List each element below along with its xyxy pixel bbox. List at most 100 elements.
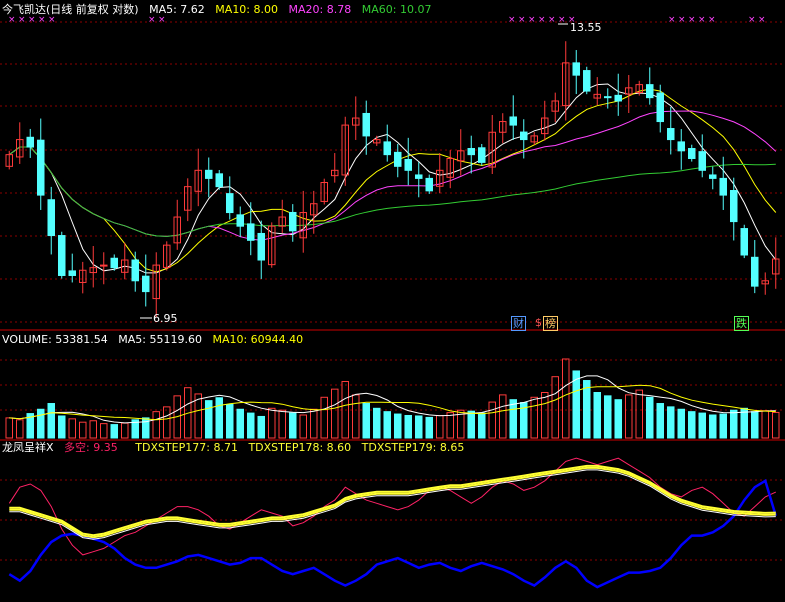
step179-value: TDXSTEP179: 8.65 — [361, 441, 465, 454]
volume-bar — [561, 358, 570, 439]
volume-bar — [15, 419, 24, 439]
volume-bar — [540, 392, 549, 439]
candle-body — [47, 199, 56, 237]
volume-bar — [603, 395, 612, 439]
volume-bar — [278, 409, 287, 439]
candle-body — [719, 177, 728, 196]
badge-dollar[interactable]: $ — [534, 316, 543, 329]
badge-drop[interactable]: 跌 — [734, 316, 749, 331]
ma20-value: MA20: 8.78 — [288, 3, 352, 16]
signal-marker: × — [158, 15, 166, 25]
volume-bar — [246, 412, 255, 439]
volume-bar — [488, 401, 497, 439]
volume-bar — [47, 403, 56, 439]
ma60-line — [9, 146, 776, 237]
volume-bar — [351, 394, 360, 439]
stock-chart-canvas[interactable]: × × × × × × × × × × × × × × × × × × × × × 13.55 6.95 — [0, 0, 785, 602]
stock-title: 今飞凯达(日线 前复权 对数) — [2, 3, 139, 16]
low-price-label: 6.95 — [153, 312, 178, 325]
volume-bar — [477, 412, 486, 439]
volume-bar — [729, 409, 738, 439]
candle-body — [225, 193, 234, 214]
price-panel-header: 今飞凯达(日线 前复权 对数) MA5: 7.62 MA10: 8.00 MA2… — [2, 3, 438, 16]
candle-body — [509, 116, 518, 126]
volume-bar — [509, 399, 518, 439]
signal-marker: × — [18, 15, 26, 25]
volume-bar — [771, 411, 780, 439]
candlestick-series — [5, 41, 780, 318]
step177-value: TDXSTEP177: 8.71 — [135, 441, 238, 454]
candle-body — [603, 96, 612, 99]
volume-bar — [99, 423, 108, 439]
candle-body — [740, 228, 749, 256]
volume-bar — [719, 413, 728, 439]
signal-marker: × — [48, 15, 56, 25]
badge-ranking[interactable]: 榜 — [543, 316, 558, 331]
step178-value: TDXSTEP178: 8.60 — [248, 441, 352, 454]
ma20-line — [9, 110, 777, 241]
volume-bar — [267, 407, 276, 439]
signal-marker: × — [508, 15, 516, 25]
volume-bar — [425, 416, 434, 439]
volume-bar — [225, 403, 234, 439]
signal-marker: × — [538, 15, 546, 25]
candle-body — [204, 169, 213, 179]
candle-body — [26, 136, 35, 148]
indicator-lines — [8, 457, 777, 589]
volume-bar — [320, 396, 329, 439]
volume-bar — [687, 411, 696, 439]
volume-bar — [162, 406, 171, 439]
candle-body — [236, 214, 245, 227]
volume-bar — [288, 412, 297, 439]
candle-body — [656, 92, 665, 123]
candle-body — [645, 84, 654, 99]
candle-body — [708, 174, 717, 179]
volume-bar — [593, 392, 602, 439]
volume-bar — [362, 403, 371, 439]
indicator-panel-header: 龙凤呈祥X 多空: 9.35 TDXSTEP177: 8.71 TDXSTEP1… — [2, 441, 471, 454]
volume-bar — [152, 411, 161, 439]
volume-bar — [299, 414, 308, 439]
candle-body — [99, 264, 108, 267]
signal-marker: × — [148, 15, 156, 25]
candle-body — [257, 232, 266, 261]
volume-bar — [498, 394, 507, 439]
candle-body — [750, 256, 759, 287]
volume-bar — [215, 397, 224, 439]
signal-marker: × — [678, 15, 686, 25]
volume-bar — [467, 410, 476, 439]
ma5-value: MA5: 7.62 — [149, 3, 205, 16]
volume-bar — [530, 396, 539, 439]
ma60-value: MA60: 10.07 — [361, 3, 432, 16]
candle-body — [572, 62, 581, 76]
volume-bar — [5, 417, 14, 439]
volume-bars — [5, 358, 780, 439]
candle-body — [383, 141, 392, 156]
signal-marker: × — [548, 15, 556, 25]
volume-bar — [698, 412, 707, 439]
volume-bar — [57, 415, 66, 439]
volume-bar — [89, 420, 98, 439]
badge-finance[interactable]: 财 — [511, 316, 526, 331]
qiankun-line — [8, 478, 777, 589]
volume-bar — [309, 408, 318, 439]
volume-bar — [68, 418, 77, 439]
volume-bar — [446, 412, 455, 439]
signal-marker: × — [38, 15, 46, 25]
candle-body — [614, 94, 623, 102]
volume-bar — [582, 380, 591, 439]
duokong-value: 多空: 9.35 — [64, 441, 118, 454]
signal-marker: × — [8, 15, 16, 25]
volume-bar — [414, 415, 423, 439]
volume-bar — [330, 388, 339, 439]
candle-body — [393, 151, 402, 167]
volume-bar — [645, 396, 654, 439]
volume-ma10-value: MA10: 60944.40 — [212, 333, 304, 346]
volume-bar — [656, 403, 665, 439]
volume-panel-header: VOLUME: 53381.54 MA5: 55119.60 MA10: 609… — [2, 333, 310, 346]
candle-body — [36, 139, 45, 196]
volume-bar — [372, 407, 381, 439]
signal-marker: × — [28, 15, 36, 25]
candle-body — [246, 223, 255, 241]
signal-marker: × — [748, 15, 756, 25]
